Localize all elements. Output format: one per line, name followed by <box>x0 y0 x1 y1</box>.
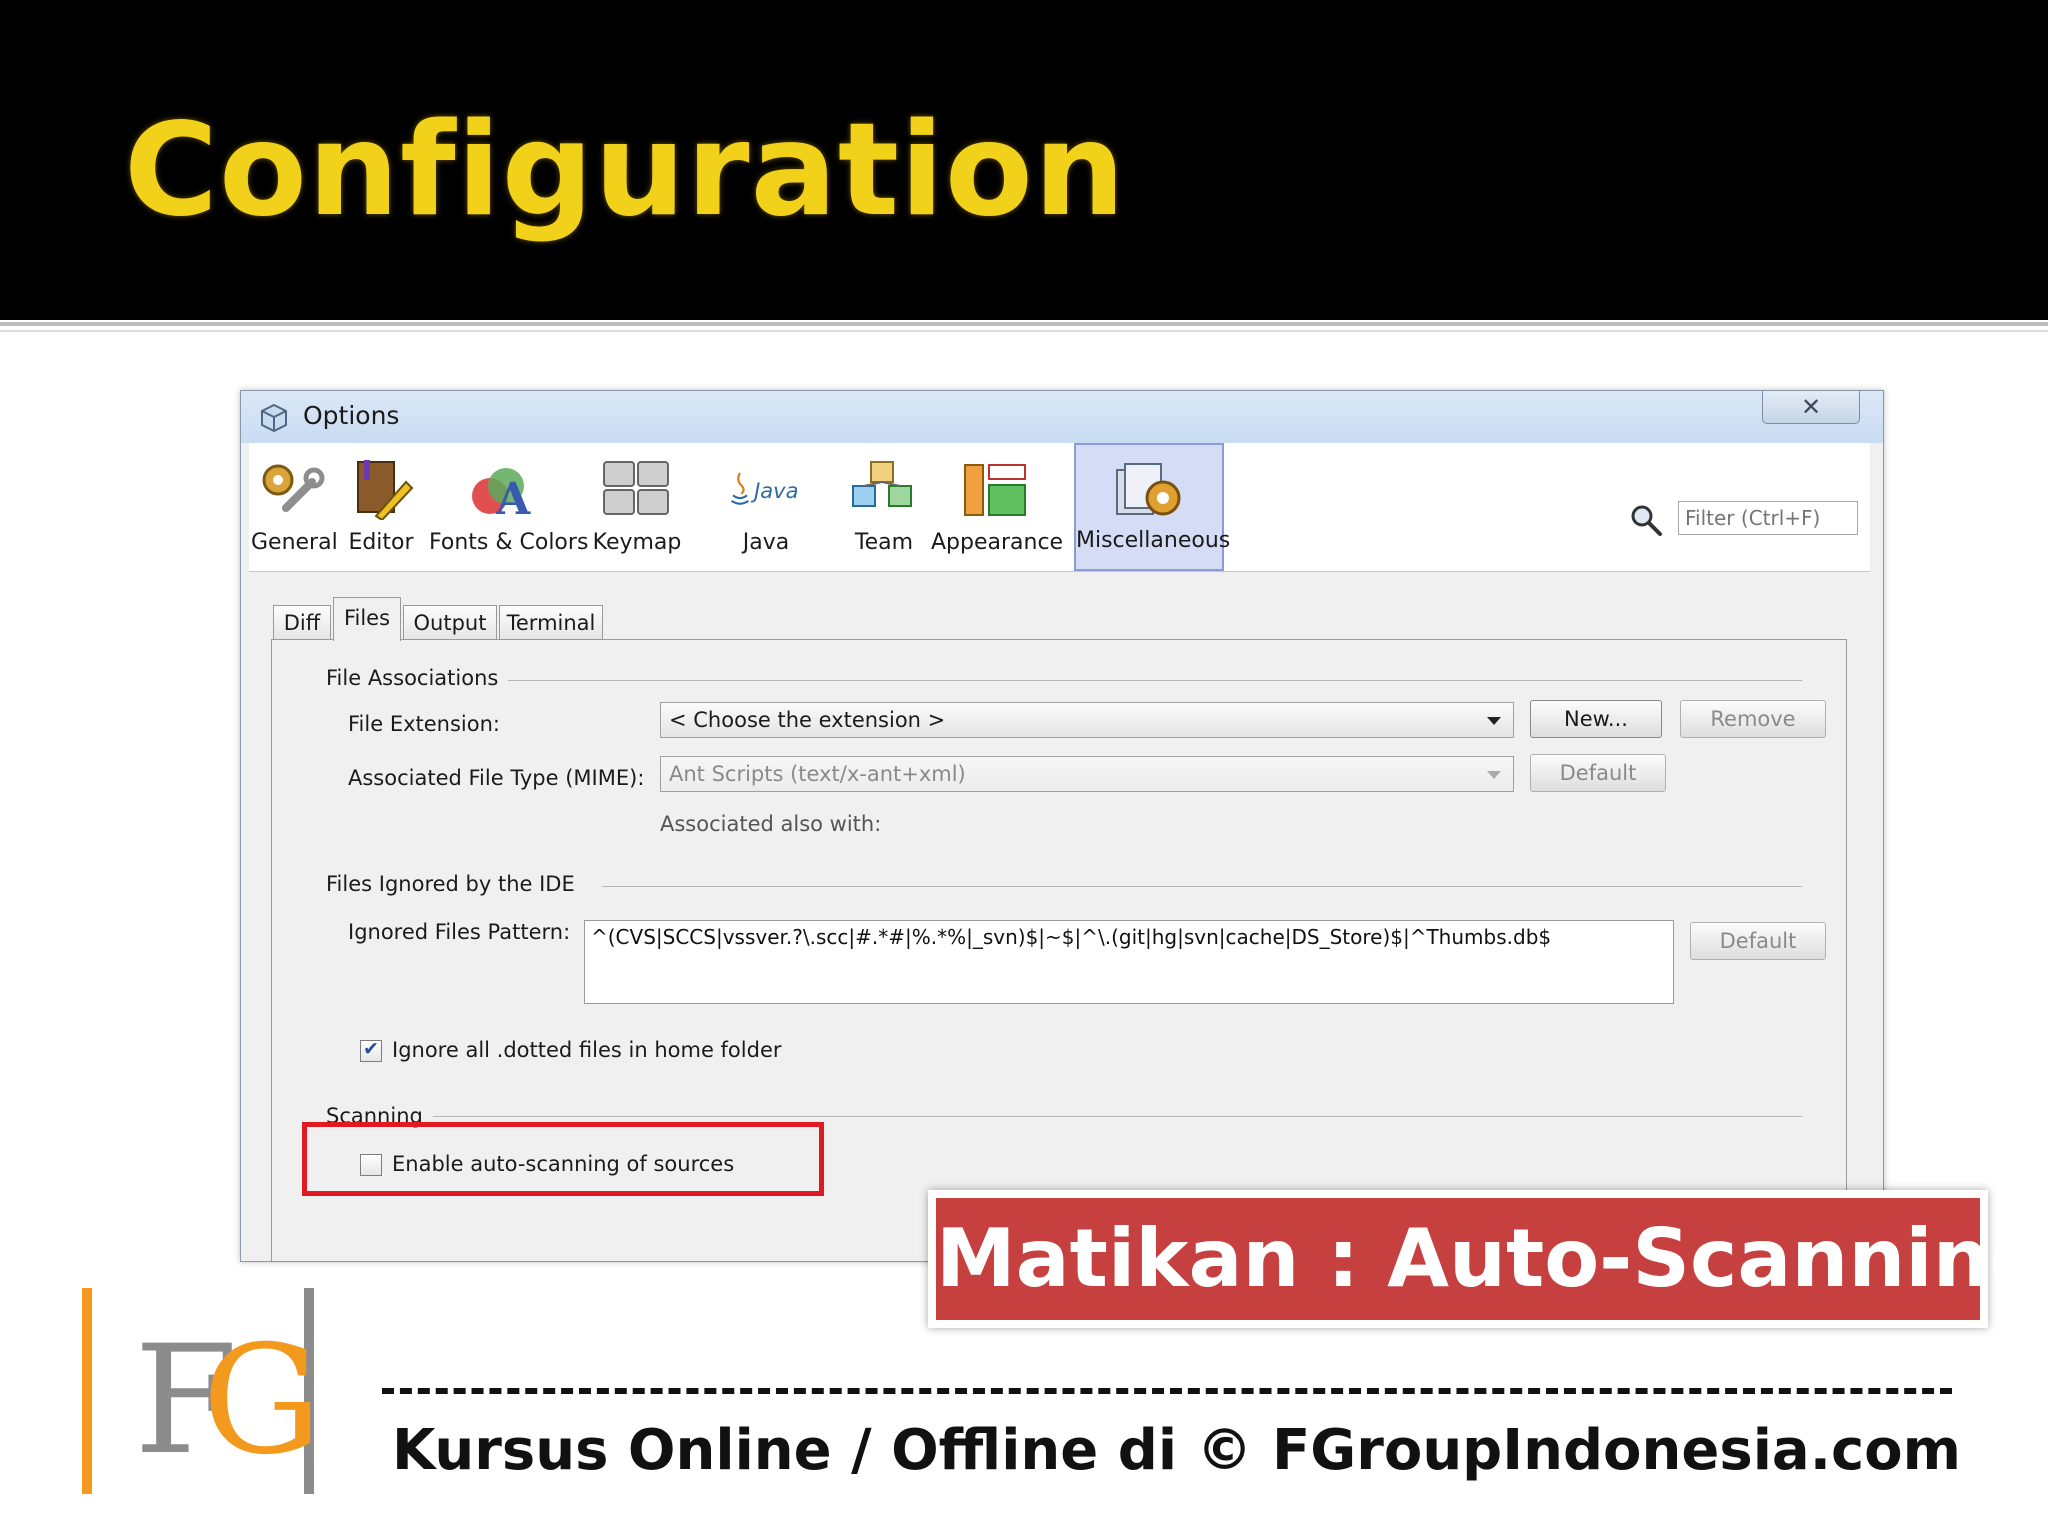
mime-default-button[interactable]: Default <box>1530 754 1666 792</box>
tab-output[interactable]: Output <box>403 605 497 639</box>
category-label: Keymap <box>592 530 682 555</box>
search-icon <box>1631 505 1662 536</box>
svg-text:A: A <box>495 474 531 520</box>
highlight-box <box>302 1122 824 1196</box>
window-title: Options <box>303 401 400 430</box>
category-java[interactable]: Java Java <box>709 443 823 571</box>
section-divider <box>432 1116 1802 1117</box>
category-miscellaneous[interactable]: Miscellaneous <box>1074 443 1231 571</box>
chevron-down-icon <box>1487 771 1501 779</box>
header-divider <box>0 322 2048 326</box>
category-editor[interactable]: Editor <box>335 443 427 571</box>
file-extension-label: File Extension: <box>348 712 500 736</box>
chevron-down-icon <box>1487 717 1501 725</box>
category-keymap[interactable]: Keymap <box>583 443 691 571</box>
category-label: Appearance <box>931 530 1064 555</box>
footer-text: Kursus Online / Offline di © FGroupIndon… <box>392 1418 1961 1483</box>
category-label: Fonts & Colors <box>429 530 589 555</box>
mime-value: Ant Scripts (text/x-ant+xml) <box>669 762 966 786</box>
section-divider <box>442 680 1802 681</box>
category-fonts-colors[interactable]: A Fonts & Colors <box>429 443 589 571</box>
callout-banner: Matikan : Auto-Scanning <box>928 1190 2047 1328</box>
category-toolbar: General Editor A Fonts & Colors Keymap J… <box>249 443 1870 572</box>
file-extension-dropdown[interactable]: < Choose the extension > <box>660 702 1514 738</box>
category-label: Team <box>854 530 914 555</box>
header-divider-thin <box>0 330 2048 332</box>
category-label: Java <box>742 530 790 555</box>
tab-terminal[interactable]: Terminal <box>499 605 603 639</box>
team-icon <box>844 457 924 521</box>
category-label: Miscellaneous <box>1076 528 1231 553</box>
callout-banner-fill: Matikan : Auto-Scanning <box>936 1198 2047 1320</box>
file-extension-value: < Choose the extension > <box>669 708 946 732</box>
new-button[interactable]: New... <box>1530 700 1662 738</box>
keymap-icon <box>597 457 677 521</box>
close-icon: ✕ <box>1800 393 1822 421</box>
general-icon <box>252 457 332 521</box>
filter-input[interactable] <box>1678 501 1858 535</box>
mime-label: Associated File Type (MIME): <box>348 766 645 790</box>
mime-dropdown[interactable]: Ant Scripts (text/x-ant+xml) <box>660 756 1514 792</box>
ignored-default-button[interactable]: Default <box>1690 922 1826 960</box>
files-ignored-title: Files Ignored by the IDE <box>326 872 585 896</box>
window-titlebar: Options ✕ <box>241 391 1883 443</box>
associated-also-label: Associated also with: <box>660 812 882 836</box>
ignore-dotted-label: Ignore all .dotted files in home folder <box>392 1038 782 1062</box>
file-associations-title: File Associations <box>326 666 509 690</box>
tab-files[interactable]: Files <box>333 597 401 641</box>
category-team[interactable]: Team <box>839 443 929 571</box>
section-divider <box>602 886 1802 887</box>
remove-button[interactable]: Remove <box>1680 700 1826 738</box>
category-label: Editor <box>348 530 414 555</box>
java-logo-text: Java <box>750 478 798 503</box>
miscellaneous-icon <box>1109 459 1189 523</box>
close-button[interactable]: ✕ <box>1762 391 1860 424</box>
fg-logo: F G <box>82 1288 322 1494</box>
ignored-pattern-input[interactable]: ^(CVS|SCCS|vssver.?\.scc|#.*#|%.*%|_svn)… <box>584 920 1674 1004</box>
footer-dashed-divider <box>382 1388 1952 1394</box>
category-appearance[interactable]: Appearance <box>931 443 1064 571</box>
callout-banner-text: Matikan : Auto-Scanning <box>936 1212 2047 1305</box>
editor-icon <box>341 457 421 521</box>
fonts-colors-icon: A <box>464 457 544 521</box>
fg-logo-letter-g: G <box>202 1314 322 1488</box>
appearance-icon <box>956 457 1036 521</box>
category-label: General <box>251 530 338 555</box>
category-general[interactable]: General <box>251 443 338 571</box>
ignore-dotted-checkbox[interactable] <box>360 1038 382 1062</box>
netbeans-cube-icon <box>261 403 287 433</box>
tab-diff[interactable]: Diff <box>273 605 331 639</box>
slide-title: Configuration <box>124 96 1126 245</box>
java-icon: Java <box>726 457 806 521</box>
ignored-pattern-label: Ignored Files Pattern: <box>348 920 571 944</box>
